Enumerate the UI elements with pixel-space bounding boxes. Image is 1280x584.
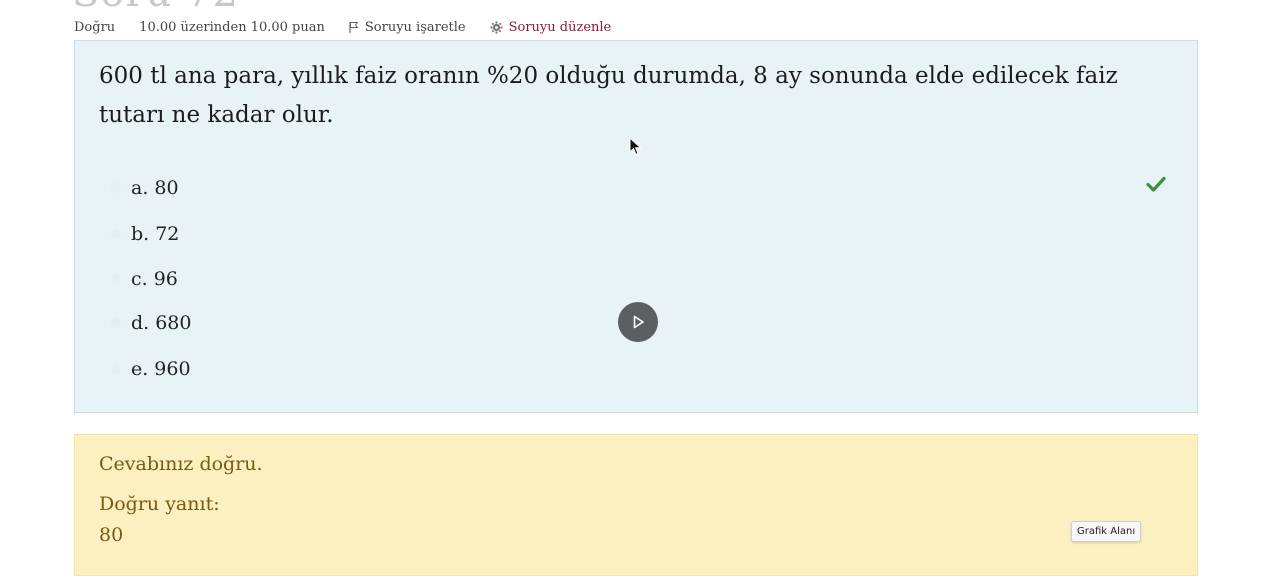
feedback-result: Cevabınız doğru. (99, 453, 263, 475)
cursor-icon (629, 137, 642, 156)
score-label: 10.00 üzerinden 10.00 puan (139, 19, 325, 35)
question-text: 600 tl ana para, yıllık faiz oranın %20 … (99, 63, 1118, 128)
answer-text: 960 (154, 358, 191, 380)
edit-question-label: Soruyu düzenle (508, 19, 612, 35)
radio-button[interactable] (111, 183, 121, 193)
answer-option-d[interactable]: d. 680 (111, 310, 191, 336)
answer-letter: a. (131, 177, 149, 199)
answer-option-c[interactable]: c. 96 (111, 266, 178, 292)
question-heading: Soru 72 (72, 0, 239, 16)
radio-button[interactable] (111, 364, 121, 374)
answer-option-e[interactable]: e. 960 (111, 356, 191, 382)
gear-icon (490, 21, 503, 33)
status-label: Doğru (74, 19, 116, 35)
edit-question-link[interactable]: Soruyu düzenle (490, 19, 612, 35)
feedback-panel: Cevabınız doğru. Doğru yanıt: 80 Grafik … (74, 434, 1198, 576)
answer-text: 96 (153, 268, 178, 290)
answer-letter: e. (131, 358, 149, 380)
check-icon (1146, 176, 1166, 192)
answer-option-b[interactable]: b. 72 (111, 221, 179, 247)
video-play-button[interactable] (618, 302, 658, 342)
question-panel: 600 tl ana para, yıllık faiz oranın %20 … (74, 40, 1198, 413)
answer-text: 80 (154, 177, 179, 199)
correct-answer-value: 80 (99, 524, 124, 546)
answer-option-a[interactable]: a. 80 (111, 175, 179, 201)
answer-text: 680 (155, 312, 192, 334)
flag-question-link[interactable]: Soruyu işaretle (349, 20, 466, 35)
answer-letter: c. (131, 268, 148, 290)
radio-button[interactable] (111, 229, 121, 239)
radio-button[interactable] (111, 274, 121, 284)
flag-question-label: Soruyu işaretle (364, 19, 466, 35)
answer-letter: d. (131, 312, 150, 334)
answer-text: 72 (155, 223, 180, 245)
tooltip: Grafik Alanı (1071, 521, 1142, 542)
radio-button[interactable] (111, 318, 121, 328)
question-info-bar: Doğru 10.00 üzerinden 10.00 puan Soruyu … (74, 18, 635, 36)
play-icon (633, 315, 644, 329)
answer-letter: b. (131, 223, 150, 245)
flag-icon (349, 22, 359, 33)
correct-answer-label: Doğru yanıt: (99, 493, 220, 515)
